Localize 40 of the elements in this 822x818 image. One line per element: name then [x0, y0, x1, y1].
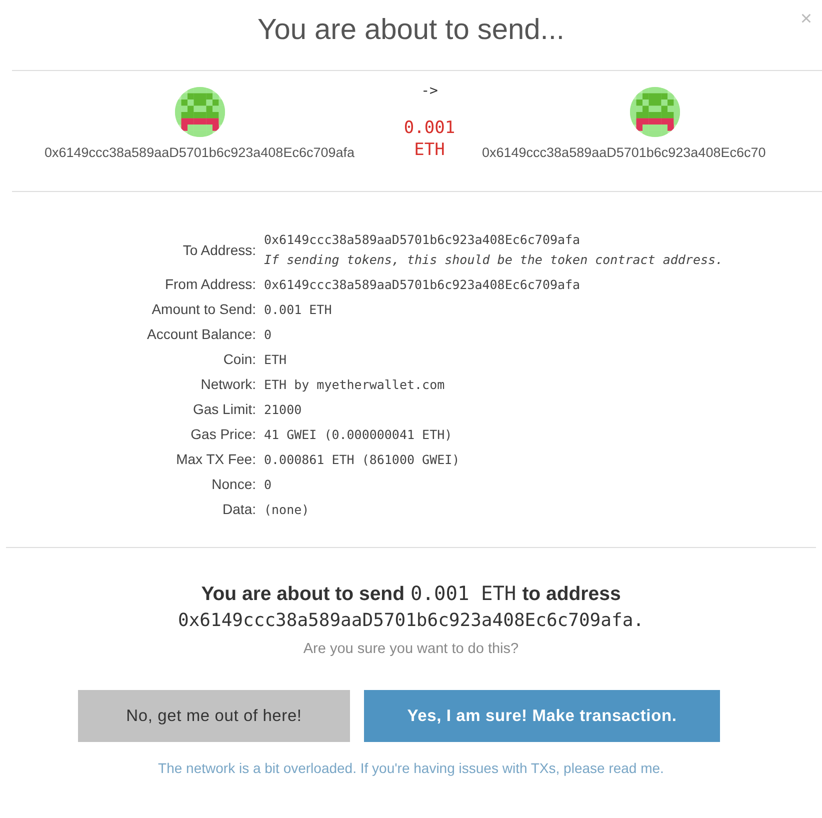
detail-label: To Address:: [182, 242, 256, 258]
detail-label: Account Balance:: [146, 326, 256, 342]
detail-label: From Address:: [164, 276, 256, 292]
detail-value: 0.000861 ETH (861000 GWEI): [264, 452, 461, 466]
confirm-amount: 0.001 ETH: [410, 582, 516, 605]
close-button[interactable]: ×: [796, 6, 816, 33]
detail-value: ETH: [264, 352, 288, 366]
arrow-text: ->: [421, 83, 438, 99]
currency-unit: ETH: [414, 139, 445, 161]
confirm-question: Are you sure you want to do this?: [303, 641, 519, 657]
detail-value: 41 GWEI (0.000000041 ETH): [264, 426, 454, 442]
detail-value: (none): [264, 502, 310, 516]
detail-value: 0: [264, 326, 273, 342]
recipient-address: 0x6149ccc38a589aaD5701b6c923a408Ec6c70: [482, 145, 766, 160]
detail-label: Coin:: [222, 351, 256, 367]
detail-label: Amount to Send:: [150, 301, 256, 317]
cancel-button[interactable]: No, get me out of here!: [78, 690, 350, 742]
detail-value: 0.001 ETH: [264, 302, 333, 316]
avatar-icon: [630, 87, 680, 137]
detail-label: Data:: [222, 501, 256, 517]
detail-value: 0x6149ccc38a589aaD5701b6c923a408Ec6c709afa: [264, 232, 582, 247]
send-amount: 0.001: [404, 117, 456, 139]
detail-label: Max TX Fee:: [175, 451, 256, 467]
modal-title: You are about to send...: [258, 14, 564, 46]
detail-value: 0: [264, 476, 273, 492]
detail-value: ETH by myetherwallet.com: [264, 376, 446, 392]
detail-label: Gas Price:: [190, 426, 256, 442]
confirm-address: 0x6149ccc38a589aaD5701b6c923a408Ec6c709afa.: [178, 610, 644, 631]
confirm-text: to address: [522, 583, 621, 606]
detail-label: Network:: [200, 376, 256, 392]
detail-value: 0x6149ccc38a589aaD5701b6c923a408Ec6c709afa: [264, 276, 582, 292]
detail-label: Nonce:: [210, 476, 256, 492]
detail-label: Gas Limit:: [192, 401, 256, 417]
confirm-text: You are about to send: [201, 583, 405, 606]
network-notice: The network is a bit overloaded. If you're having issues with TXs, please read me.: [158, 760, 664, 776]
confirm-button[interactable]: Yes, I am sure! Make transaction.: [364, 690, 720, 742]
avatar-icon: [174, 87, 224, 137]
detail-value: 21000: [264, 402, 303, 416]
detail-note: If sending tokens, this should be the token contract address.: [264, 252, 724, 267]
sender-address: 0x6149ccc38a589aaD5701b6c923a408Ec6c709afa: [44, 145, 354, 160]
